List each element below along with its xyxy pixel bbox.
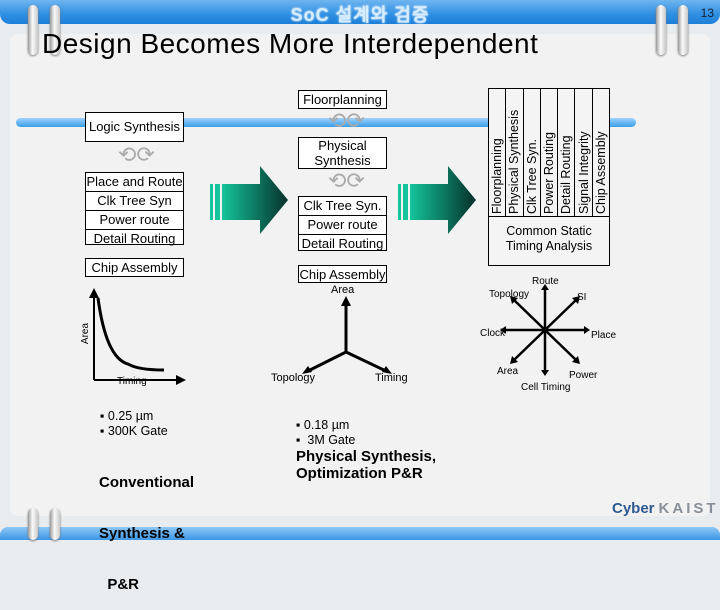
arrow-up-icon	[341, 296, 351, 306]
conventional-bullets: ▪ 0.25 µm ▪ 300K Gate	[100, 409, 168, 439]
bullet-item: ▪ 0.18 µm	[296, 418, 350, 432]
chip-assembly-box: Chip Assembly	[298, 265, 387, 283]
area-timing-graph	[89, 288, 186, 385]
physical-stack: Clk Tree Syn. Power route Detail Routing	[298, 196, 387, 251]
stack-item: Detail Routing	[93, 231, 176, 246]
caption-line: Conventional	[99, 474, 195, 491]
flow-column: Floorplanning	[489, 89, 507, 216]
star-label-power: Power	[569, 370, 598, 381]
star-label-cell-timing: Cell Timing	[521, 382, 571, 393]
flow-column: Chip Assembly	[593, 89, 609, 216]
caption-line: Synthesis &	[99, 525, 185, 542]
cycle-arrows-icon: ⟲⟳	[328, 168, 365, 193]
column-label: Floorplanning	[490, 138, 505, 214]
column-label: Detail Routing	[559, 135, 574, 214]
binder-ring-icon	[28, 5, 38, 55]
star-label-si: SI	[577, 292, 587, 303]
flow-column: Power Routing	[541, 89, 559, 216]
logo-text-kaist: KAIST	[658, 500, 719, 517]
physical-synthesis-box: Physical Synthesis	[298, 137, 387, 169]
footer-line: Common Static	[506, 224, 592, 238]
transition-arrow-icon	[398, 166, 476, 234]
flow-column: Detail Routing	[558, 89, 576, 216]
cycle-arrows-icon: ⟲⟳	[118, 142, 155, 167]
binder-ring-icon	[656, 5, 666, 55]
page-number: 13	[700, 6, 714, 20]
stack-item: Power route	[86, 211, 183, 230]
column-label: Signal Integrity	[576, 131, 591, 214]
stack-item: Clk Tree Syn.	[299, 197, 386, 216]
conventional-caption: Conventional Synthesis & P&R	[99, 440, 194, 610]
stack-item: Place and Route	[86, 173, 183, 192]
cycle-arrows-icon: ⟲⟳	[328, 108, 365, 133]
graph-xlabel: Timing	[117, 376, 147, 387]
column-label: Clk Tree Syn.	[524, 138, 539, 214]
header-bar: SoC 설계와 검증 13	[0, 0, 720, 25]
tradeoff-curve	[96, 297, 165, 372]
logic-synthesis-box: Logic Synthesis	[85, 112, 184, 142]
axis-label-timing: Timing	[375, 372, 408, 384]
y-axis-arrow-icon	[89, 288, 99, 298]
stack-item: Detail Routing	[301, 236, 384, 251]
column-label: Chip Assembly	[593, 131, 608, 214]
column-label: Physical Synthesis	[507, 109, 522, 214]
binder-ring-icon	[678, 5, 688, 55]
star-label-clock: Clock	[480, 328, 506, 339]
footer-line: Timing Analysis	[505, 239, 593, 253]
arrow-icon	[584, 326, 590, 334]
axis-label-topology: Topology	[271, 372, 316, 384]
slide-title: Design Becomes More Interdependent	[42, 28, 539, 59]
x-axis-arrow-icon	[176, 375, 186, 385]
star-label-place: Place	[591, 330, 617, 341]
flow-column: Physical Synthesis	[506, 89, 524, 216]
logo-text-cyber: Cyber	[612, 500, 655, 517]
bullet-item: ▪ 0.25 µm	[100, 409, 154, 423]
floorplanning-box: Floorplanning	[298, 90, 387, 109]
physical-caption: Physical Synthesis, Optimization P&R	[296, 448, 436, 482]
conventional-stack: Place and Route Clk Tree Syn Power route…	[85, 172, 184, 246]
star-label-area: Area	[497, 366, 519, 377]
chip-assembly-box: Chip Assembly	[85, 258, 184, 277]
star-label-topology: Topology	[489, 289, 530, 300]
transition-arrow-icon	[210, 166, 288, 234]
common-sta-label: Common Static Timing Analysis	[489, 217, 609, 254]
stack-item: Clk Tree Syn	[86, 192, 183, 211]
three-axis-diagram	[302, 296, 392, 374]
graph-ylabel: Area	[80, 322, 92, 345]
binder-ring-icon	[28, 508, 38, 540]
physical-bullets: ▪ 0.18 µm ▪ 3M Gate	[296, 418, 355, 448]
cyber-kaist-logo: Cyber KAIST	[612, 500, 719, 517]
bullet-item: ▪ 3M Gate	[296, 433, 356, 447]
caption-line: Optimization P&R	[296, 465, 423, 482]
box-line: Synthesis	[314, 153, 371, 168]
header-title: SoC 설계와 검증	[290, 5, 430, 25]
bullet-item: ▪ 300K Gate	[100, 424, 168, 438]
box-line: Physical	[318, 138, 367, 153]
column-label: Power Routing	[541, 132, 556, 214]
caption-line: Physical Synthesis,	[296, 448, 437, 465]
star-label-route: Route	[532, 276, 559, 287]
arrow-icon	[541, 370, 549, 376]
caption-line: P&R	[99, 576, 140, 593]
stack-item: Power route	[299, 216, 386, 235]
unified-flow-table: Floorplanning Physical Synthesis Clk Tre…	[488, 88, 610, 266]
flow-column: Clk Tree Syn.	[524, 89, 541, 216]
binder-ring-icon	[50, 508, 60, 540]
flow-column: Signal Integrity	[575, 89, 593, 216]
